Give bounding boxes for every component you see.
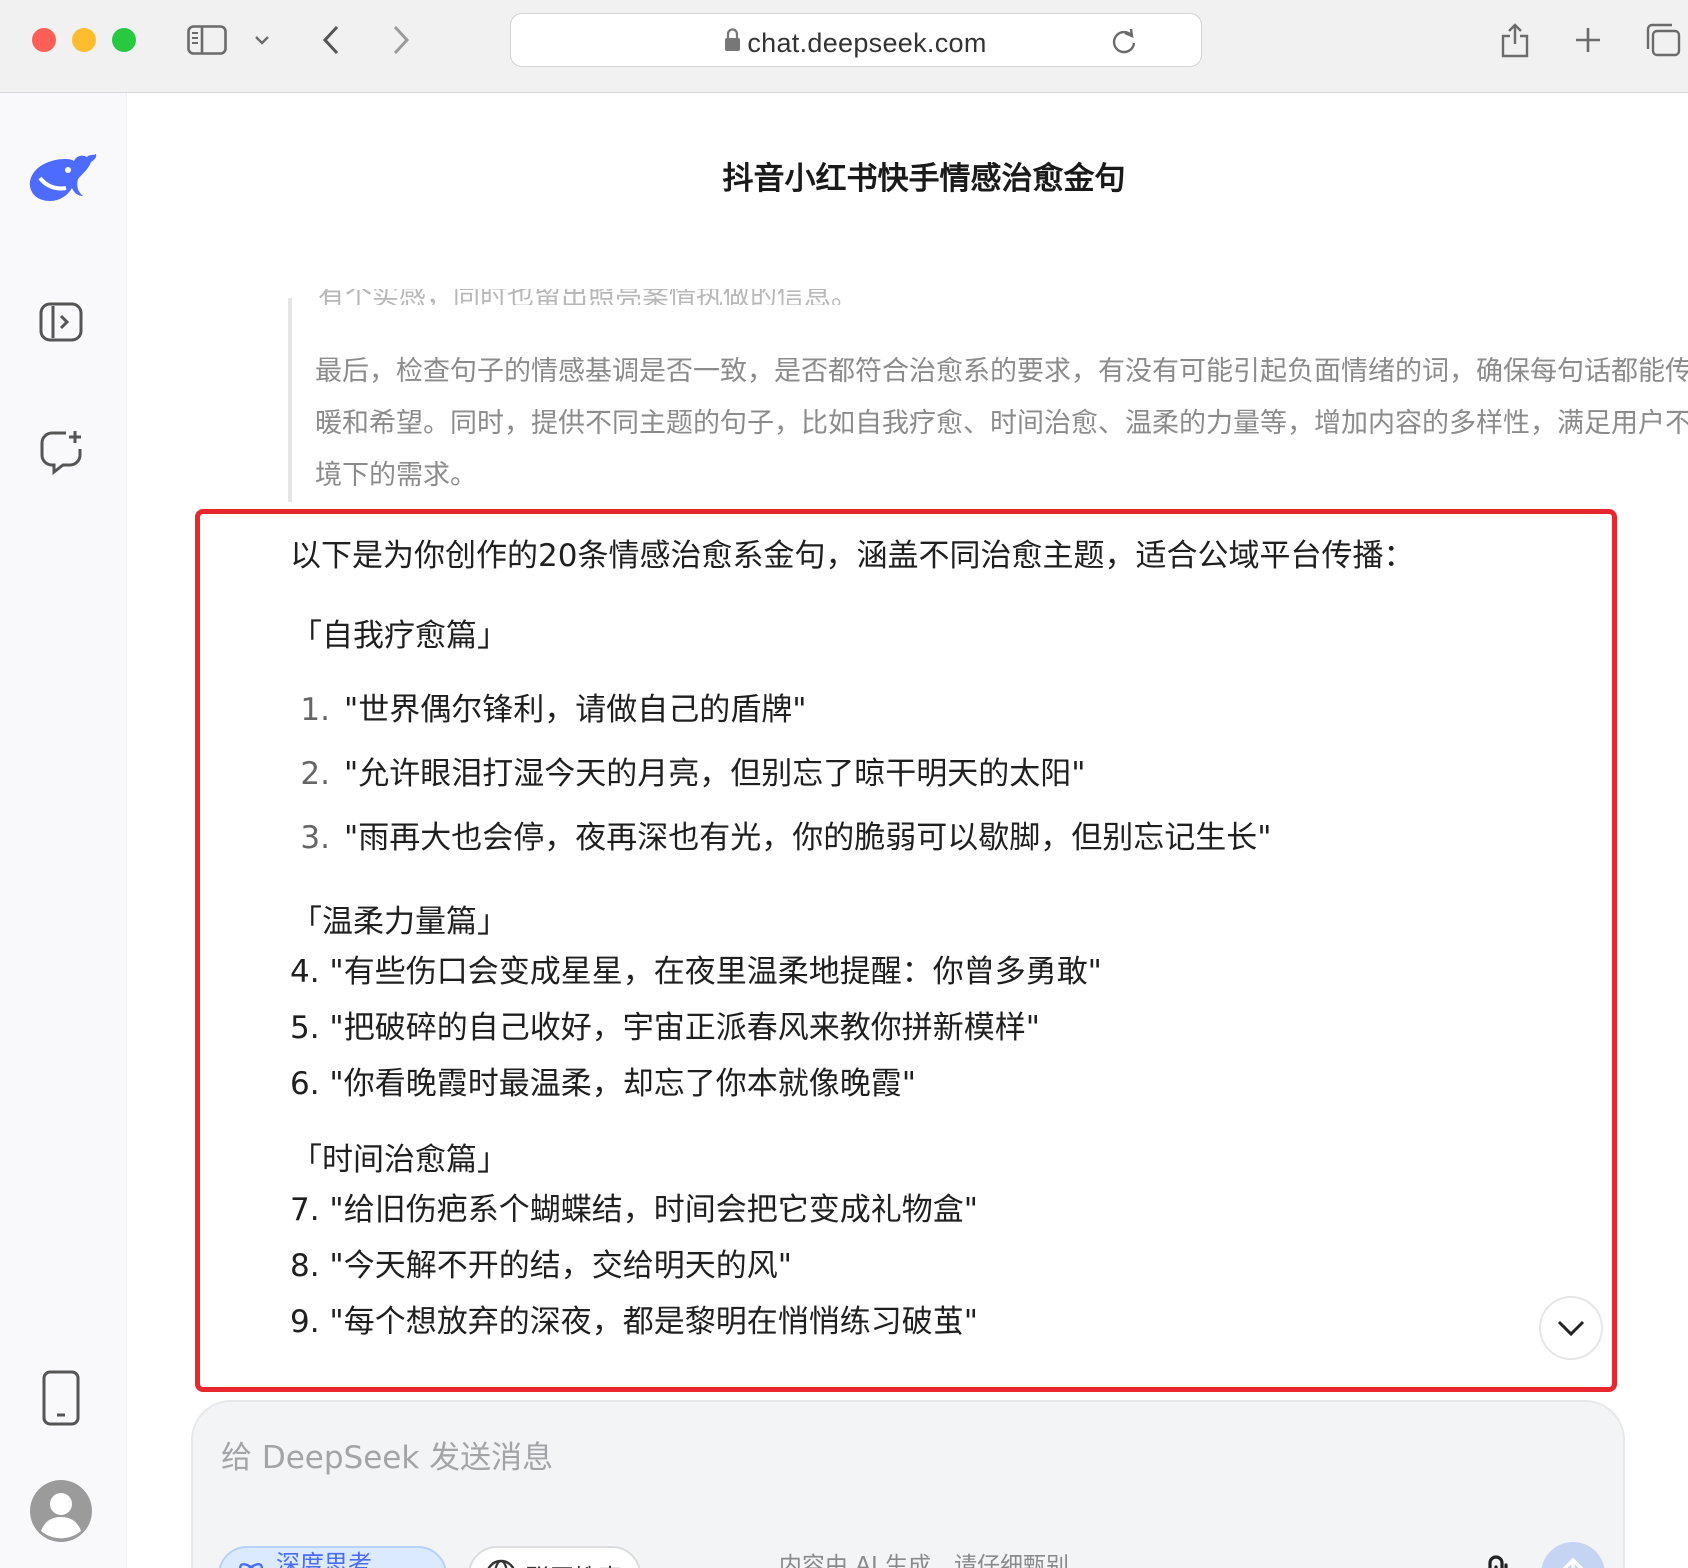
- ai-disclaimer: 内容由 AI 生成，请仔细甄别: [778, 1553, 1070, 1568]
- forward-arrow-icon[interactable]: [386, 18, 416, 62]
- answer-intro: 以下是为你创作的20条情感治愈系金句，涵盖不同治愈主题，适合公域平台传播：: [290, 538, 1415, 574]
- list-item: 3. "雨再大也会停，夜再深也有光，你的脆弱可以歇脚，但别忘记生长": [290, 816, 1590, 880]
- lock-icon: [724, 27, 741, 52]
- list-item: 2. "允许眼泪打湿今天的月亮，但别忘了晾干明天的太阳": [290, 752, 1590, 816]
- chevron-down-icon[interactable]: [250, 18, 274, 62]
- list-number: 3.: [300, 820, 330, 856]
- avatar[interactable]: [28, 1478, 94, 1544]
- list-number: 1.: [300, 692, 330, 728]
- sidebar-toggle-icon[interactable]: [186, 18, 228, 62]
- chat-main: 抖音小红书快手情感治愈金句 有个实感，同时也留出照亮案情执做的信息。 最后，检查…: [128, 93, 1688, 1568]
- list-item: 7. "给旧伤疤系个蝴蝶结，时间会把它变成礼物盒": [290, 1192, 978, 1228]
- list-item: 5. "把破碎的自己收好，宇宙正派春风来教你拼新模样": [290, 1010, 1040, 1046]
- new-tab-icon[interactable]: [1570, 18, 1606, 62]
- list-text: "允许眼泪打湿今天的月亮，但别忘了晾干明天的太阳": [344, 756, 1086, 792]
- list-item: 9. "每个想放弃的深夜，都是黎明在悄悄练习破茧": [290, 1304, 978, 1340]
- chevron-down-icon: [1557, 1320, 1585, 1337]
- answer-highlight-box: 以下是为你创作的20条情感治愈系金句，涵盖不同治愈主题，适合公域平台传播： 「自…: [195, 509, 1617, 1392]
- back-arrow-icon[interactable]: [316, 18, 346, 62]
- thinking-text: 最后，检查句子的情感基调是否一致，是否都符合治愈系的要求，有没有可能引起负面情绪…: [315, 356, 1688, 491]
- thinking-block: 最后，检查句子的情感基调是否一致，是否都符合治愈系的要求，有没有可能引起负面情绪…: [288, 298, 1688, 502]
- list-item: 6. "你看晚霞时最温柔，却忘了你本就像晚霞": [290, 1066, 916, 1102]
- list-text: "雨再大也会停，夜再深也有光，你的脆弱可以歇脚，但别忘记生长": [344, 820, 1272, 856]
- browser-toolbar: chat.deepseek.com: [0, 0, 1688, 93]
- url-text: chat.deepseek.com: [747, 28, 987, 58]
- section-title: 「自我疗愈篇」: [291, 618, 508, 654]
- list-text: "世界偶尔锋利，请做自己的盾牌": [344, 692, 807, 728]
- message-input[interactable]: 给 DeepSeek 发送消息: [221, 1432, 553, 1477]
- scroll-to-bottom-button[interactable]: [1539, 1296, 1603, 1360]
- list-item: 4. "有些伤口会变成星星，在夜里温柔地提醒：你曾多勇敢": [290, 954, 1102, 990]
- left-rail: [0, 93, 127, 1568]
- address-bar[interactable]: chat.deepseek.com: [510, 13, 1202, 67]
- list-item: 1. "世界偶尔锋利，请做自己的盾牌": [290, 688, 1590, 752]
- open-sidebar-icon[interactable]: [28, 289, 94, 355]
- close-window-button[interactable]: [32, 28, 56, 52]
- section-title: 「时间治愈篇」: [291, 1142, 508, 1178]
- section-title: 「温柔力量篇」: [291, 904, 508, 940]
- minimize-window-button[interactable]: [72, 28, 96, 52]
- share-icon[interactable]: [1497, 18, 1533, 62]
- zoom-window-button[interactable]: [112, 28, 136, 52]
- reload-icon[interactable]: [1111, 14, 1137, 68]
- tab-overview-icon[interactable]: [1643, 18, 1683, 62]
- mobile-app-icon[interactable]: [28, 1365, 94, 1431]
- new-chat-icon[interactable]: [28, 419, 94, 485]
- list-item: 8. "今天解不开的结，交给明天的风": [290, 1248, 792, 1284]
- list-number: 2.: [300, 756, 330, 792]
- chat-title: 抖音小红书快手情感治愈金句: [722, 161, 1126, 197]
- ordered-list: 1. "世界偶尔锋利，请做自己的盾牌" 2. "允许眼泪打湿今天的月亮，但别忘了…: [290, 688, 1590, 880]
- answer-content: 以下是为你创作的20条情感治愈系金句，涵盖不同治愈主题，适合公域平台传播： 「自…: [290, 534, 1590, 1350]
- message-composer: 给 DeepSeek 发送消息 深度思考 (R1) 联网搜索: [191, 1400, 1625, 1568]
